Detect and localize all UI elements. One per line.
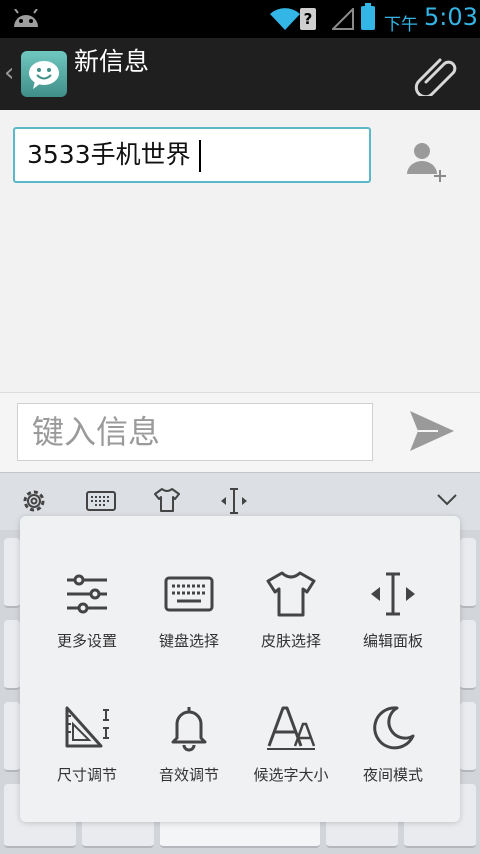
panel-item-label: 尺寸调节 [56, 766, 117, 784]
keyboard-icon[interactable] [86, 491, 116, 511]
recipient-input[interactable]: 3533手机世界 [13, 127, 371, 183]
panel-item-label: 候选字大小 [253, 766, 329, 784]
keyboard-key[interactable] [4, 620, 20, 690]
panel-item-candidate-size[interactable]: 候选字大小 [236, 702, 346, 822]
panel-item-more-settings[interactable]: 更多设置 [32, 568, 142, 688]
panel-item-night-mode[interactable]: 夜间模式 [338, 702, 448, 822]
android-icon [14, 9, 38, 27]
chevron-down-icon[interactable] [436, 493, 458, 507]
keyboard-key[interactable] [4, 702, 20, 772]
send-icon[interactable] [408, 409, 456, 453]
panel-item-edit-panel[interactable]: 编辑面板 [338, 568, 448, 688]
battery-icon [361, 3, 375, 30]
tshirt-icon[interactable] [153, 487, 181, 513]
message-placeholder: 键入信息 [32, 413, 161, 451]
ruler-triangle-icon [65, 706, 109, 748]
recipient-area: 3533手机世界 [0, 110, 480, 392]
keyboard-settings-panel: 更多设置 键盘选择 皮肤选择 编辑面板 尺寸调节 音效调节 候选字大小 夜间模式 [20, 516, 460, 822]
status-bar: ? 下午 5:03 [0, 0, 480, 38]
panel-item-label: 音效调节 [158, 766, 219, 784]
signal-icon [332, 8, 354, 30]
panel-item-label: 编辑面板 [362, 632, 423, 650]
action-bar: ‹ 新信息 [0, 38, 480, 110]
keyboard-key[interactable] [460, 538, 476, 608]
font-size-icon [267, 706, 316, 750]
panel-item-label: 皮肤选择 [260, 632, 321, 650]
bell-icon [171, 707, 207, 752]
keyboard-key[interactable] [4, 538, 20, 608]
gear-icon[interactable] [20, 487, 48, 515]
wifi-icon [270, 8, 300, 30]
page-title: 新信息 [74, 47, 150, 76]
text-caret [198, 140, 201, 172]
recipient-value: 3533手机世界 [27, 140, 191, 169]
sliders-icon [67, 574, 107, 614]
keyboard-icon [164, 576, 214, 612]
panel-item-label: 夜间模式 [362, 766, 423, 784]
message-input[interactable]: 键入信息 [17, 403, 373, 461]
sms-smiley-icon[interactable] [21, 51, 67, 97]
cursor-resize-icon[interactable] [219, 487, 249, 515]
chevron-left-icon[interactable]: ‹ [4, 58, 14, 88]
tshirt-icon [266, 571, 316, 617]
panel-item-skin-select[interactable]: 皮肤选择 [236, 568, 346, 688]
panel-item-size-adjust[interactable]: 尺寸调节 [32, 702, 142, 822]
panel-item-label: 更多设置 [56, 632, 117, 650]
add-contact-icon[interactable] [404, 140, 450, 186]
cursor-edit-icon [371, 572, 415, 616]
paperclip-icon[interactable] [412, 52, 460, 96]
panel-item-keyboard-select[interactable]: 键盘选择 [134, 568, 244, 688]
time-period: 下午 [384, 15, 418, 35]
panel-item-label: 键盘选择 [158, 632, 219, 650]
sim-unknown-icon: ? [300, 8, 316, 30]
keyboard-key[interactable] [460, 702, 476, 772]
panel-item-sound-adjust[interactable]: 音效调节 [134, 702, 244, 822]
compose-bar: 键入信息 [0, 392, 480, 472]
keyboard-key[interactable] [460, 620, 476, 690]
clock: 5:03 [424, 3, 478, 31]
moon-icon [373, 706, 415, 750]
